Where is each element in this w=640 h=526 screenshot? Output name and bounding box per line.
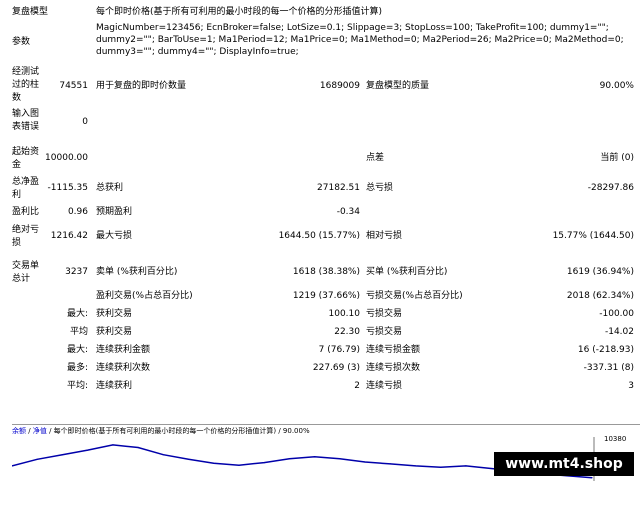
largest-loss-value: -100.00 — [599, 309, 634, 319]
watermark-badge — [494, 500, 636, 526]
deposit-value: 10000.00 — [45, 153, 88, 163]
max-consec2-profit-label: 连续获利次数 — [96, 363, 151, 373]
spread-value: 当前 (0) — [600, 153, 634, 163]
balance-point — [263, 462, 265, 464]
gross-loss-value: -28297.86 — [587, 183, 634, 193]
payoff-label: 预期盈利 — [96, 207, 133, 217]
net-value: -1115.35 — [47, 183, 88, 193]
dd-value: 1216.42 — [50, 231, 88, 241]
balance-point — [465, 465, 467, 467]
balance-point — [162, 454, 164, 456]
max-consec2-loss-label: 连续亏损次数 — [366, 363, 421, 373]
params-value: MagicNumber=123456; EcnBroker=false; Lot… — [96, 23, 624, 57]
loss-trades-label: 亏损交易(%占总百分比) — [366, 291, 463, 301]
gross-loss-label: 总亏损 — [366, 183, 394, 193]
trades-value: 3237 — [65, 267, 88, 277]
balance-point — [339, 458, 341, 460]
ticks-label: 用于复盘的即时价数量 — [96, 81, 187, 91]
max-dd-label: 最大亏损 — [96, 231, 133, 241]
largest-profit-label: 获利交易 — [96, 309, 133, 319]
max-consec2-profit-value: 227.69 (3) — [312, 363, 360, 373]
params-label: 参数 — [12, 37, 31, 47]
avg-consec-prefix: 平均: — [66, 381, 88, 391]
profit-trades-value: 1219 (37.66%) — [292, 291, 360, 301]
balance-point — [591, 477, 593, 479]
spread-label: 点差 — [366, 153, 385, 163]
pf-value: 0.96 — [67, 207, 88, 217]
ticks-value: 1689009 — [319, 81, 360, 91]
bars-value: 74551 — [59, 81, 88, 91]
max-consec-prefix: 最大: — [66, 345, 88, 355]
gross-profit-label: 总获利 — [96, 183, 124, 193]
average-profit-label: 获利交易 — [96, 327, 133, 337]
balance-point — [288, 458, 290, 460]
quality-value: 90.00% — [599, 81, 634, 91]
balance-point — [112, 444, 114, 446]
max-consec2-loss-value: -337.31 (8) — [583, 363, 634, 373]
long-label: 买单 (%获利百分比) — [366, 267, 448, 277]
y-tick-10380: 10380 — [604, 435, 627, 443]
balance-point — [490, 467, 492, 470]
balance-point — [314, 456, 316, 458]
max-consec2-prefix: 最多: — [66, 363, 88, 373]
average-loss-label: 亏损交易 — [366, 327, 403, 337]
gross-profit-value: 27182.51 — [317, 183, 360, 193]
max-consec-loss-value: 16 (-218.93) — [577, 345, 634, 355]
avg-consec-loss-value: 3 — [628, 381, 634, 391]
balance-point — [389, 463, 391, 465]
balance-point — [187, 458, 190, 460]
chart-header: 余额 / 净值 / 每个即时价格(基于所有可利用的最小时段的每一个价格的分形插值… — [12, 427, 310, 435]
payoff-value: -0.34 — [336, 207, 360, 217]
balance-point — [36, 458, 38, 460]
balance-point — [87, 449, 89, 451]
average-loss-value: -14.02 — [604, 327, 634, 337]
short-label: 卖单 (%获利百分比) — [96, 267, 178, 277]
max-consec-profit-value: 7 (76.79) — [318, 345, 360, 355]
loss-trades-value: 2018 (62.34%) — [566, 291, 634, 301]
rel-dd-label: 相对亏损 — [366, 231, 403, 241]
balance-point — [364, 461, 366, 463]
watermark-text: www.mt4.shop — [494, 452, 634, 476]
model-label: 复盘模型 — [12, 7, 49, 17]
largest-prefix: 最大: — [66, 309, 88, 319]
largest-profit-value: 100.10 — [328, 309, 361, 319]
rel-dd-value: 15.77% (1644.50) — [552, 231, 634, 241]
long-value: 1619 (36.94%) — [566, 267, 634, 277]
balance-point — [238, 464, 240, 466]
avg-consec-profit-label: 连续获利 — [96, 381, 133, 391]
balance-point — [440, 466, 442, 468]
profit-trades-label: 盈利交易(%占总百分比) — [96, 291, 193, 301]
max-consec-loss-label: 连续亏损金额 — [366, 345, 421, 355]
quality-label: 复盘模型的质量 — [366, 81, 430, 91]
balance-point — [414, 465, 417, 467]
largest-loss-label: 亏损交易 — [366, 309, 403, 319]
balance-point — [137, 446, 139, 449]
avg-consec-loss-label: 连续亏损 — [366, 381, 403, 391]
chart-equity-label: 净值 — [32, 427, 47, 435]
model-value: 每个即时价格(基于所有可利用的最小时段的每一个价格的分形插值计算) — [96, 7, 383, 17]
short-value: 1618 (38.38%) — [292, 267, 360, 277]
chart-balance-label: 余额 — [12, 427, 26, 435]
max-dd-value: 1644.50 (15.77%) — [278, 231, 360, 241]
balance-point — [61, 454, 64, 456]
average-profit-value: 22.30 — [334, 327, 360, 337]
balance-point — [213, 462, 215, 464]
chart-header-text: 每个即时价格(基于所有可利用的最小时段的每一个价格的分形插值计算) / 90.0… — [53, 427, 310, 435]
max-consec-profit-label: 连续获利金额 — [96, 345, 151, 355]
average-prefix: 平均 — [69, 327, 88, 337]
avg-consec-profit-value: 2 — [354, 381, 360, 391]
errors-value: 0 — [82, 117, 88, 127]
